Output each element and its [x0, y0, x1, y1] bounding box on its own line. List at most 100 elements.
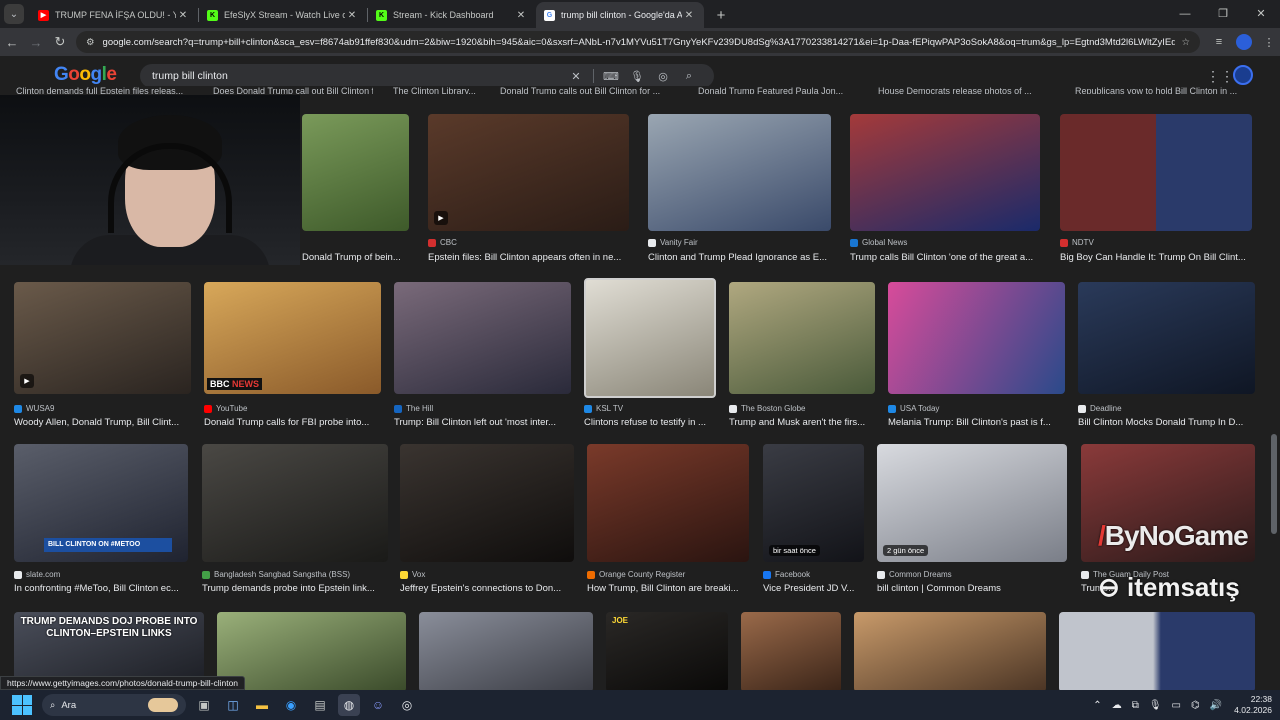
result-thumbnail[interactable]	[1078, 282, 1255, 394]
mic-icon[interactable]: 🎙	[1149, 700, 1162, 711]
result-source[interactable]: CBC	[428, 238, 457, 247]
minimize-icon[interactable]: —	[1166, 0, 1204, 28]
windows-start-icon[interactable]	[12, 695, 32, 715]
cloud-icon[interactable]: ☁	[1112, 700, 1122, 711]
image-result[interactable]: Vanity Fair Clinton and Trump Plead Igno…	[648, 114, 831, 264]
edge-icon[interactable]: ◉	[280, 694, 302, 716]
result-source[interactable]: Vox	[400, 570, 425, 579]
tab-kick-stream[interactable]: K EfeSlyX Stream - Watch Live on ✕	[199, 2, 367, 28]
search-icon[interactable]: ⌕	[676, 70, 702, 83]
result-caption[interactable]: Clinton and Trump Plead Ignorance as E..…	[648, 252, 831, 263]
widgets-icon[interactable]: ◫	[222, 694, 244, 716]
cut-caption[interactable]: Donald Trump calls out Bill Clinton for …	[500, 86, 685, 94]
close-icon[interactable]: ✕	[514, 10, 528, 21]
result-thumbnail[interactable]	[1059, 612, 1255, 690]
account-avatar[interactable]	[1233, 65, 1253, 85]
result-source[interactable]: slate.com	[14, 570, 60, 579]
keyboard-icon[interactable]: ⌨	[598, 70, 624, 83]
result-caption[interactable]: In confronting #MeToo, Bill Clinton ec..…	[14, 583, 188, 594]
result-source[interactable]: The Hill	[394, 404, 433, 413]
result-source[interactable]: Vanity Fair	[648, 238, 698, 247]
result-thumbnail[interactable]: ▶	[14, 282, 191, 394]
taskbar-search[interactable]: ⌕ Ara	[42, 694, 186, 716]
tray-overflow-icon[interactable]: ⌃	[1093, 700, 1101, 711]
image-result[interactable]: BBC NEWS YouTube Donald Trump calls for …	[204, 282, 381, 432]
result-thumbnail[interactable]: ▶	[428, 114, 629, 231]
image-result[interactable]: Vox Jeffrey Epstein's connections to Don…	[400, 444, 574, 596]
tray-app-icon[interactable]: ⧉	[1132, 700, 1139, 711]
obs-icon[interactable]: ◎	[396, 694, 418, 716]
image-result[interactable]: Donald Trump of bein...	[302, 114, 409, 264]
result-thumbnail[interactable]	[741, 612, 841, 690]
result-thumbnail[interactable]	[850, 114, 1040, 231]
back-icon[interactable]: ←	[0, 35, 24, 50]
result-caption[interactable]: Donald Trump calls for FBI probe into...	[204, 417, 381, 428]
cut-caption[interactable]: The Clinton Library...	[393, 86, 493, 94]
result-source[interactable]: Global News	[850, 238, 907, 247]
clear-icon[interactable]: ✕	[563, 70, 589, 83]
result-caption[interactable]: How Trump, Bill Clinton are breaki...	[587, 583, 749, 594]
cut-caption[interactable]: Does Donald Trump call out Bill Clinton …	[213, 86, 373, 94]
google-logo[interactable]: Google	[54, 64, 117, 86]
result-caption[interactable]: Trump demands probe into Epstein link...	[202, 583, 388, 594]
result-caption[interactable]: Big Boy Can Handle It: Trump On Bill Cli…	[1060, 252, 1252, 263]
result-thumbnail[interactable]: BBC NEWS	[204, 282, 381, 394]
scrollbar-thumb[interactable]	[1271, 434, 1277, 534]
close-icon[interactable]: ✕	[682, 10, 696, 21]
forward-icon[interactable]: →	[24, 35, 48, 50]
result-source[interactable]: The Boston Globe	[729, 404, 805, 413]
image-result[interactable]: ▶ CBC Epstein files: Bill Clinton appear…	[428, 114, 629, 264]
image-result[interactable]	[217, 612, 406, 690]
image-result[interactable]: Bangladesh Sangbad Sangstha (BSS) Trump …	[202, 444, 388, 596]
cut-caption[interactable]: Clinton demands full Epstein files relea…	[16, 86, 191, 94]
result-thumbnail[interactable]	[394, 282, 571, 394]
page-scrollbar[interactable]	[1271, 94, 1277, 690]
result-source[interactable]: YouTube	[204, 404, 247, 413]
tab-kick-dashboard[interactable]: K Stream - Kick Dashboard ✕	[368, 2, 536, 28]
result-thumbnail[interactable]	[400, 444, 574, 562]
cut-caption[interactable]: Republicans vow to hold Bill Clinton in …	[1075, 86, 1255, 94]
result-thumbnail[interactable]	[888, 282, 1065, 394]
image-result[interactable]: NDTV Big Boy Can Handle It: Trump On Bil…	[1060, 114, 1252, 264]
result-thumbnail[interactable]	[584, 278, 716, 398]
tab-youtube[interactable]: ▶ TRUMP FENA İFŞA OLDU! - You ✕	[30, 2, 198, 28]
lens-icon[interactable]: ◎	[650, 70, 676, 83]
image-result[interactable]: Deadline Bill Clinton Mocks Donald Trump…	[1078, 282, 1255, 432]
site-info-icon[interactable]: ⚙	[86, 37, 95, 48]
image-result[interactable]	[1059, 612, 1255, 690]
result-source[interactable]: Facebook	[763, 570, 810, 579]
address-bar[interactable]: ⚙ google.com/search?q=trump+bill+clinton…	[76, 31, 1200, 53]
result-caption[interactable]: Donald Trump of bein...	[302, 252, 409, 263]
result-source[interactable]: Orange County Register	[587, 570, 685, 579]
task-view-icon[interactable]: ▣	[193, 694, 215, 716]
result-source[interactable]: KSL TV	[584, 404, 623, 413]
result-caption[interactable]: Bill Clinton Mocks Donald Trump In D...	[1078, 417, 1255, 428]
image-result[interactable]	[854, 612, 1046, 690]
result-thumbnail[interactable]	[202, 444, 388, 562]
restore-icon[interactable]: ❐	[1204, 0, 1242, 28]
result-thumbnail[interactable]: 2 gün önce	[877, 444, 1067, 562]
image-result[interactable]: BILL CLINTON ON #METOO slate.com In conf…	[14, 444, 188, 596]
result-source[interactable]: USA Today	[888, 404, 939, 413]
result-caption[interactable]: Clintons refuse to testify in ...	[584, 417, 716, 428]
network-icon[interactable]: ⌬	[1191, 700, 1200, 711]
result-thumbnail[interactable]	[1060, 114, 1252, 231]
result-thumbnail[interactable]	[419, 612, 593, 690]
close-icon[interactable]: ✕	[345, 10, 359, 21]
result-caption[interactable]: Vice President JD V...	[763, 583, 864, 594]
cut-caption[interactable]: Donald Trump Featured Paula Jon...	[698, 86, 858, 94]
result-thumbnail[interactable]	[217, 612, 406, 690]
microphone-icon[interactable]: 🎙	[624, 70, 650, 83]
image-result[interactable]: USA Today Melania Trump: Bill Clinton's …	[888, 282, 1065, 432]
new-tab-button[interactable]: +	[710, 4, 732, 26]
menu-icon[interactable]: ⋮	[1258, 36, 1280, 49]
store-icon[interactable]: ▤	[309, 694, 331, 716]
image-result[interactable]: KSL TV Clintons refuse to testify in ...	[584, 278, 716, 428]
result-source[interactable]: Common Dreams	[877, 570, 952, 579]
image-result[interactable]: Orange County Register How Trump, Bill C…	[587, 444, 749, 596]
result-thumbnail[interactable]	[302, 114, 409, 231]
result-caption[interactable]: Jeffrey Epstein's connections to Don...	[400, 583, 574, 594]
clock[interactable]: 22:38 4.02.2026	[1234, 694, 1272, 716]
profile-avatar[interactable]	[1236, 34, 1252, 50]
result-source[interactable]: WUSA9	[14, 404, 54, 413]
